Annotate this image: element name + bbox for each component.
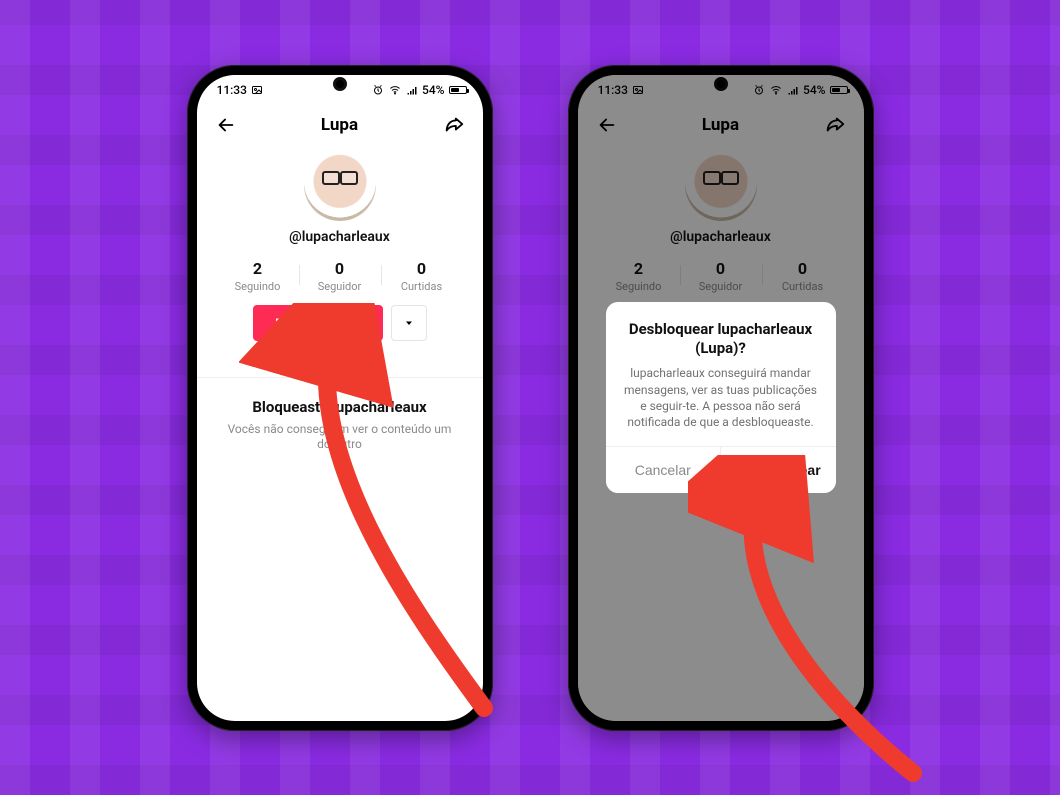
stat-followers-label: Seguidor [299, 280, 381, 293]
profile-username[interactable]: @lupacharleaux [289, 229, 390, 245]
page-title: Lupa [321, 115, 358, 135]
unblock-confirm-dialog: Desbloquear lupacharleaux (Lupa)? lupach… [606, 302, 836, 493]
phone-left-screen: 11:33 54% [197, 75, 483, 721]
stat-following-label: Seguindo [217, 280, 299, 293]
signal-icon [406, 84, 418, 96]
alarm-icon [372, 84, 384, 96]
profile-section: @lupacharleaux [197, 145, 483, 245]
wifi-icon [388, 84, 402, 96]
stat-likes-count: 0 [381, 259, 463, 278]
blocked-title: Bloqueaste lupacharleaux [225, 398, 455, 416]
caret-down-icon [403, 317, 415, 329]
dialog-confirm-button[interactable]: Desbloquear [720, 447, 836, 493]
app-header: Lupa [197, 105, 483, 145]
stat-followers-count: 0 [299, 259, 381, 278]
avatar[interactable] [304, 149, 376, 221]
share-arrow-icon [443, 114, 465, 136]
stat-followers[interactable]: 0 Seguidor [299, 259, 381, 293]
battery-icon [449, 86, 467, 94]
back-button[interactable] [211, 110, 241, 140]
avatar-glasses-icon [320, 171, 360, 185]
dialog-cancel-button[interactable]: Cancelar [606, 447, 721, 493]
camera-punch-hole-icon [333, 77, 347, 91]
dialog-body: lupacharleaux conseguirá mandar mensagen… [606, 365, 836, 446]
status-right: 54% [372, 83, 466, 97]
phone-right-screen: 11:33 54% [578, 75, 864, 721]
profile-collapsed-indicator: ⋯▾ [197, 349, 483, 365]
profile-actions: Desbloquear [197, 305, 483, 341]
stat-following[interactable]: 2 Seguindo [217, 259, 299, 293]
dialog-title: Desbloquear lupacharleaux (Lupa)? [606, 302, 836, 366]
more-actions-button[interactable] [391, 305, 427, 341]
dialog-actions: Cancelar Desbloquear [606, 446, 836, 493]
blocked-subtitle: Vocês não conseguem ver o conteúdo um do… [225, 422, 455, 453]
status-battery-text: 54% [422, 83, 444, 97]
stat-likes-label: Curtidas [381, 280, 463, 293]
divider [197, 377, 483, 378]
phone-left: 11:33 54% [187, 65, 493, 731]
modal-overlay[interactable]: Desbloquear lupacharleaux (Lupa)? lupach… [578, 75, 864, 721]
stat-likes[interactable]: 0 Curtidas [381, 259, 463, 293]
status-left: 11:33 [217, 83, 263, 97]
profile-stats: 2 Seguindo 0 Seguidor 0 Curtidas [197, 259, 483, 293]
share-button[interactable] [439, 110, 469, 140]
blocked-message: Bloqueaste lupacharleaux Vocês não conse… [197, 390, 483, 453]
phone-right: 11:33 54% [568, 65, 874, 731]
stat-following-count: 2 [217, 259, 299, 278]
image-indicator-icon [251, 84, 263, 96]
unblock-button[interactable]: Desbloquear [253, 305, 383, 341]
arrow-left-icon [215, 114, 237, 136]
status-time: 11:33 [217, 83, 247, 97]
screenshot-stage: 11:33 54% [0, 0, 1060, 795]
